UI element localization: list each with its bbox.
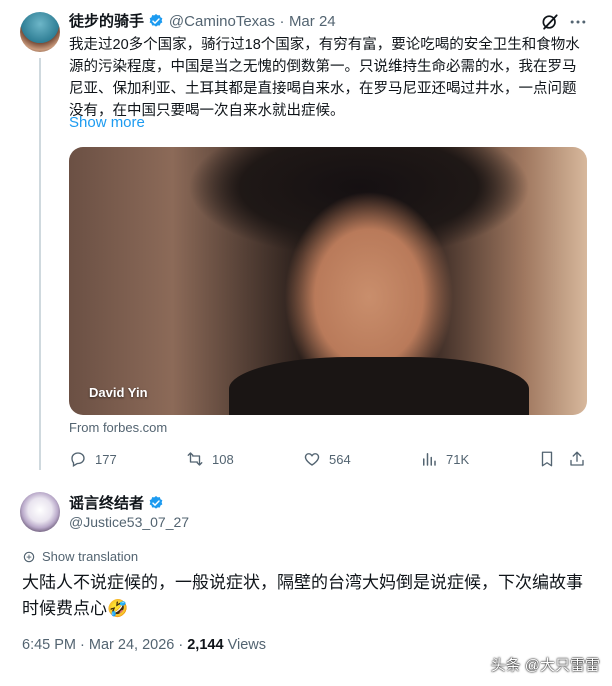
reply-time[interactable]: 6:45 PM bbox=[22, 637, 76, 653]
dot-separator: · bbox=[279, 13, 285, 30]
verified-badge-icon bbox=[150, 14, 163, 27]
show-translation-label: Show translation bbox=[42, 549, 139, 564]
watermark: 头条 @大只雷雷 bbox=[490, 657, 600, 674]
retweet-button[interactable]: 108 bbox=[186, 450, 234, 468]
reply-date[interactable]: Mar 24, 2026 bbox=[89, 637, 174, 653]
reply-button[interactable]: 177 bbox=[69, 450, 117, 468]
like-button[interactable]: 564 bbox=[303, 450, 351, 468]
more-options-icon[interactable] bbox=[568, 12, 588, 32]
reply-author-handle[interactable]: @Justice53_07_27 bbox=[69, 514, 189, 530]
reply-icon bbox=[71, 452, 85, 467]
retweet-count: 108 bbox=[212, 451, 234, 467]
media-caption: David Yin bbox=[89, 385, 148, 400]
reply-author-name[interactable]: 谣言终结者 bbox=[69, 495, 144, 512]
show-translation-button[interactable]: Show translation bbox=[22, 549, 138, 564]
media-shirt-shape bbox=[229, 357, 529, 415]
link-card-image[interactable]: David Yin bbox=[69, 147, 587, 415]
reply-views-label: Views bbox=[227, 637, 266, 653]
like-count: 564 bbox=[329, 451, 351, 467]
reply-count: 177 bbox=[95, 451, 117, 467]
author-avatar[interactable] bbox=[20, 12, 60, 52]
verified-badge-icon bbox=[149, 496, 163, 509]
bookmark-icon[interactable] bbox=[538, 450, 556, 468]
author-name[interactable]: 徒步的骑手 bbox=[69, 13, 144, 30]
reply-author-row: 谣言终结者 bbox=[69, 492, 164, 513]
reply-text: 大陆人不说症候的，一般说症状，隔壁的台湾大妈倒是说症候，下次编故事时候费点心🤣 bbox=[22, 573, 583, 618]
translate-icon bbox=[23, 551, 35, 562]
author-handle[interactable]: @CaminoTexas bbox=[169, 13, 275, 30]
reply-meta: 6:45 PM · Mar 24, 2026 · 2,144 Views bbox=[22, 637, 266, 653]
tweet-date[interactable]: Mar 24 bbox=[289, 13, 336, 30]
views-count: 71K bbox=[446, 451, 470, 467]
analytics-icon bbox=[423, 453, 436, 466]
share-icon[interactable] bbox=[568, 450, 586, 468]
grok-icon[interactable] bbox=[540, 12, 560, 32]
views-button[interactable]: 71K bbox=[420, 450, 469, 468]
tweet-header: 徒步的骑手 @CaminoTexas · Mar 24 bbox=[69, 10, 336, 31]
show-more-link[interactable]: Show more bbox=[69, 114, 145, 131]
link-source[interactable]: From forbes.com bbox=[69, 420, 167, 435]
reply-author-avatar[interactable] bbox=[20, 492, 60, 532]
thread-connector-line bbox=[39, 58, 41, 470]
reply-views-count: 2,144 bbox=[187, 637, 224, 653]
retweet-icon bbox=[187, 452, 203, 466]
tweet-text: 我走过20多个国家，骑行过18个国家，有穷有富，要论吃喝的安全卫生和食物水源的污… bbox=[69, 37, 580, 119]
heart-icon bbox=[304, 453, 320, 466]
